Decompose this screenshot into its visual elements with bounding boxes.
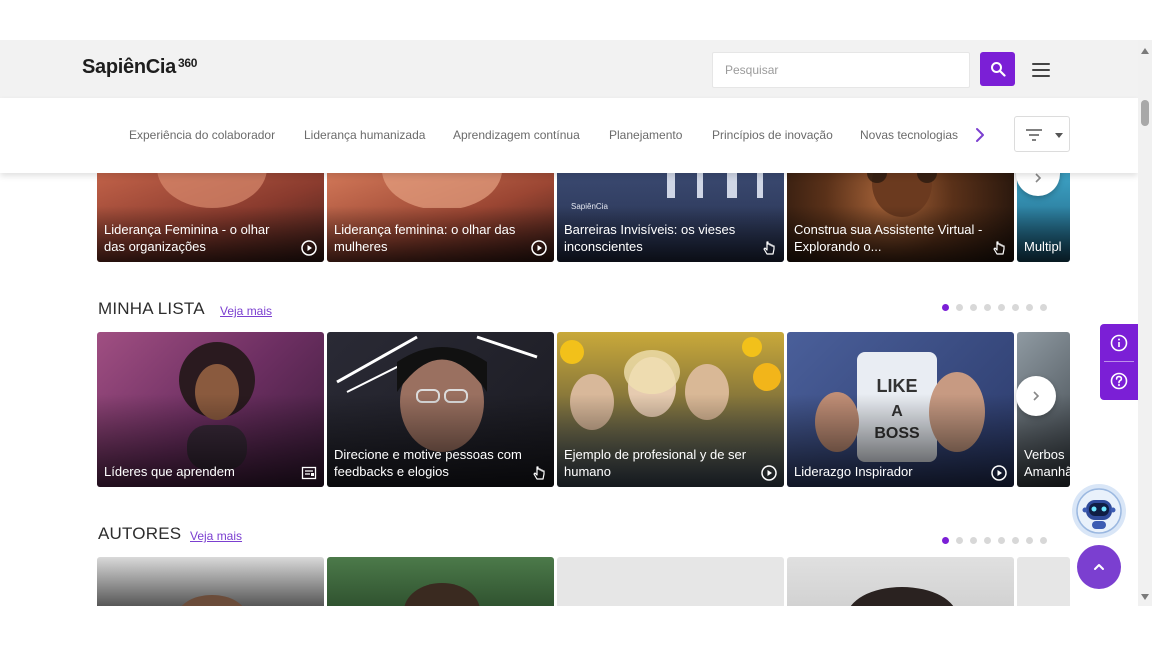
scroll-down-arrow[interactable] (1141, 594, 1149, 600)
carousel-dot[interactable] (1026, 537, 1033, 544)
carousel-dot[interactable] (942, 537, 949, 544)
content-card[interactable]: Liderança Feminina - o olhar das organiz… (97, 168, 324, 262)
category-chip[interactable]: Planejamento (609, 128, 682, 142)
carousel-dot[interactable] (1040, 304, 1047, 311)
category-chip[interactable]: Aprendizagem contínua (453, 128, 580, 142)
card-thumbnail (157, 168, 267, 208)
help-tab[interactable] (1100, 362, 1138, 400)
card-title: Liderança feminina: o olhar das mulheres (334, 222, 516, 254)
info-icon (1110, 334, 1128, 352)
card-title: Direcione e motive pessoas com feedbacks… (334, 447, 522, 479)
window-top-margin (0, 0, 1152, 40)
hand-pointer-icon[interactable] (991, 240, 1007, 256)
play-circle-icon[interactable] (301, 240, 317, 256)
category-chip[interactable]: Liderança humanizada (304, 128, 425, 142)
author-photo (404, 583, 480, 606)
hamburger-menu-icon[interactable] (1030, 60, 1052, 80)
carousel-dot[interactable] (984, 304, 991, 311)
site-header: SapiênCia 360 (0, 40, 1138, 98)
card-title: Ejemplo de profesional y de ser humano (564, 447, 747, 479)
author-photo (850, 587, 954, 606)
robot-assistant-button[interactable] (1072, 484, 1126, 538)
scroll-up-arrow[interactable] (1141, 48, 1149, 54)
page-scrollbar[interactable] (1138, 40, 1152, 606)
content-card[interactable]: Ejemplo de profesional y de ser humano (557, 332, 784, 487)
logo[interactable]: SapiênCia 360 (82, 56, 197, 79)
play-circle-icon[interactable] (991, 465, 1007, 481)
category-chip[interactable]: Novas tecnologias (860, 128, 958, 142)
section-title: MINHA LISTA (98, 299, 205, 318)
search-button[interactable] (980, 52, 1015, 86)
card-title: Liderança Feminina - o olhar das organiz… (104, 222, 270, 254)
carousel-dot[interactable] (956, 537, 963, 544)
carousel-dots (942, 537, 1047, 544)
section-title: AUTORES (98, 524, 182, 543)
article-icon[interactable] (301, 465, 317, 481)
carousel-dot[interactable] (984, 537, 991, 544)
see-more-link[interactable]: Veja mais (220, 304, 272, 318)
play-circle-icon[interactable] (531, 240, 547, 256)
category-bar: Experiência do colaborador Liderança hum… (0, 98, 1138, 173)
filter-dropdown[interactable] (1014, 116, 1070, 152)
logo-suffix: 360 (178, 56, 198, 70)
hand-pointer-icon[interactable] (761, 240, 777, 256)
carousel-dot[interactable] (998, 304, 1005, 311)
scroll-to-top-button[interactable] (1077, 545, 1121, 589)
chevron-right-icon (1035, 173, 1042, 183)
chevron-right-icon[interactable] (972, 126, 988, 144)
carousel-next-button[interactable] (1016, 376, 1056, 416)
carousel-dot[interactable] (942, 304, 949, 311)
search-input[interactable] (712, 52, 970, 88)
chevron-right-icon (1033, 391, 1040, 401)
carousel-dot[interactable] (1012, 537, 1019, 544)
carousel-dot[interactable] (998, 537, 1005, 544)
card-title: Construa sua Assistente Virtual - Explor… (794, 222, 983, 254)
card-title: Multipl (1024, 239, 1062, 254)
scroll-thumb[interactable] (1141, 100, 1149, 126)
carousel-dot[interactable] (1012, 304, 1019, 311)
search-icon (990, 62, 1006, 77)
robot-assistant-icon (1076, 488, 1122, 534)
hand-pointer-icon[interactable] (531, 465, 547, 481)
author-photo (181, 595, 243, 606)
author-card[interactable] (327, 557, 554, 606)
carousel-dot[interactable] (956, 304, 963, 311)
carousel-dot[interactable] (1040, 537, 1047, 544)
see-more-link[interactable]: Veja mais (190, 529, 242, 543)
author-card[interactable] (557, 557, 784, 606)
content-card[interactable]: Direcione e motive pessoas com feedbacks… (327, 332, 554, 487)
carousel-dot[interactable] (1026, 304, 1033, 311)
category-chip[interactable]: Experiência do colaborador (129, 128, 275, 142)
side-help-tabs (1100, 324, 1138, 400)
play-circle-icon[interactable] (761, 465, 777, 481)
card-title: Liderazgo Inspirador (794, 464, 913, 479)
content-card[interactable]: SapiênCia Barreiras Invisíveis: os viese… (557, 168, 784, 262)
carousel-dots (942, 304, 1047, 311)
help-icon (1110, 372, 1128, 390)
card-title: Verbos Amanhã (1024, 447, 1070, 479)
card-title: Líderes que aprendem (104, 464, 235, 479)
author-card[interactable] (97, 557, 324, 606)
svg-text:LIKE: LIKE (876, 376, 917, 396)
chevron-down-icon (1055, 133, 1063, 138)
carousel-dot[interactable] (970, 537, 977, 544)
filter-icon (1026, 129, 1042, 141)
info-tab[interactable] (1100, 324, 1138, 362)
author-card[interactable] (787, 557, 1014, 606)
card-title: Barreiras Invisíveis: os vieses inconsci… (564, 222, 736, 254)
card-thumbnail (382, 168, 502, 208)
carousel-dot[interactable] (970, 304, 977, 311)
category-chip[interactable]: Princípios de inovação (712, 128, 833, 142)
content-card[interactable]: Líderes que aprendem (97, 332, 324, 487)
content-card[interactable]: Liderança feminina: o olhar das mulheres (327, 168, 554, 262)
content-card[interactable]: LIKEABOSS Liderazgo Inspirador (787, 332, 1014, 487)
logo-text: SapiênCia (82, 56, 176, 78)
content-card[interactable]: Construa sua Assistente Virtual - Explor… (787, 168, 1014, 262)
window-bottom-margin (0, 606, 1152, 648)
app-viewport: SapiênCia360 Experiência do colaborador … (0, 40, 1138, 606)
chevron-up-icon (1094, 564, 1104, 570)
author-card-partial[interactable] (1017, 557, 1070, 606)
